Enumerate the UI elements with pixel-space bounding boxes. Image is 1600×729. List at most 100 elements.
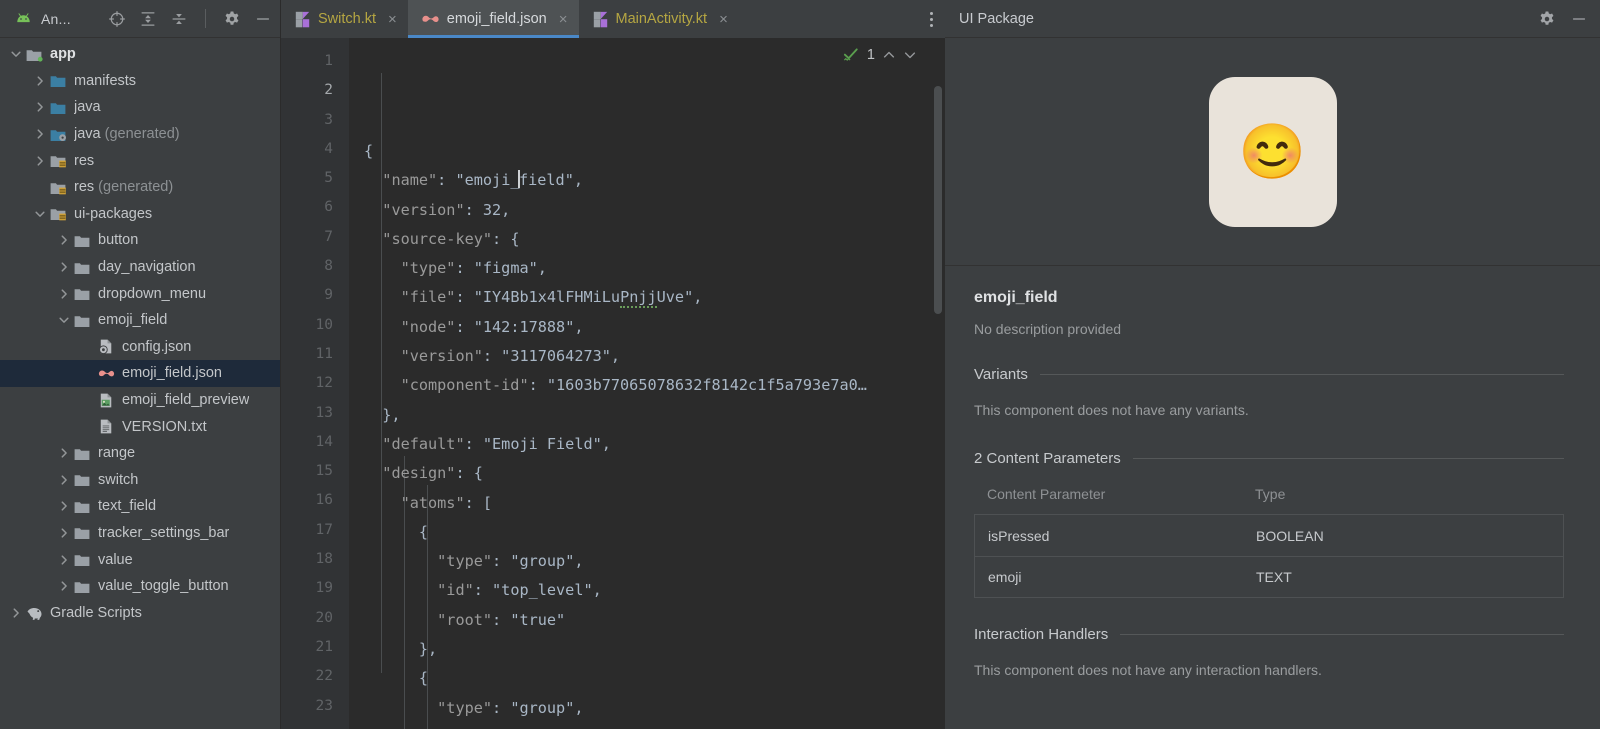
line-number: 4 — [324, 140, 333, 157]
expand-all-icon[interactable] — [139, 10, 157, 28]
tree-item-java[interactable]: java — [0, 94, 280, 121]
component-preview-area: 😊 — [945, 38, 1600, 266]
collapse-all-icon[interactable] — [170, 10, 188, 28]
ui-package-header: UI Package — [945, 0, 1600, 38]
tree-arrow-right-icon[interactable] — [34, 155, 46, 167]
tree-item-range[interactable]: range — [0, 440, 280, 467]
tree-item-emoji-field[interactable]: emoji_field — [0, 307, 280, 334]
table-row[interactable]: isPressed BOOLEAN — [975, 515, 1563, 556]
tree-item-java[interactable]: java (generated) — [0, 121, 280, 148]
column-header-type: Type — [1255, 486, 1286, 502]
tree-item-gradle-scripts[interactable]: Gradle Scripts — [0, 599, 280, 626]
code-content[interactable]: { "name": "emoji_field", "version": 32, … — [349, 38, 945, 729]
tree-arrow-right-icon[interactable] — [10, 607, 22, 619]
tree-arrow-right-icon[interactable] — [34, 128, 46, 140]
component-name: emoji_field — [974, 289, 1058, 306]
project-panel-title: An... — [41, 10, 71, 27]
code-line: "component-id": "1603b77065078632f8142c1… — [400, 376, 867, 395]
tree-item-res[interactable]: res (generated) — [0, 174, 280, 201]
more-options-icon[interactable] — [930, 11, 933, 27]
tree-item-label: Gradle Scripts — [50, 604, 142, 621]
folder-icon — [74, 581, 90, 593]
tree-arrow-right-icon[interactable] — [34, 101, 46, 113]
line-number: 7 — [324, 228, 333, 245]
table-row[interactable]: emoji TEXT — [975, 556, 1563, 597]
minimize-icon[interactable] — [254, 10, 272, 28]
tree-arrow-down-icon[interactable] — [34, 208, 46, 220]
tree-arrow-right-icon[interactable] — [58, 234, 70, 246]
tree-arrow-right-icon[interactable] — [58, 447, 70, 459]
line-number: 2 — [324, 82, 333, 99]
line-number: 20 — [315, 609, 333, 626]
tabbar-options — [918, 0, 945, 38]
previous-issue-icon[interactable] — [882, 48, 896, 62]
tree-item-label: value — [98, 551, 133, 568]
tree-arrow-down-icon[interactable] — [58, 314, 70, 326]
image-file-icon — [100, 393, 112, 407]
resource-folder-icon — [50, 209, 66, 221]
tree-arrow-right-icon[interactable] — [58, 474, 70, 486]
line-number: 21 — [315, 638, 333, 655]
line-number: 15 — [315, 463, 333, 480]
tree-item-label: java — [74, 99, 101, 116]
tree-item-config-json[interactable]: config.json — [0, 334, 280, 361]
tree-item-text-field[interactable]: text_field — [0, 493, 280, 520]
settings-gear-icon[interactable] — [223, 10, 241, 28]
tree-item-res[interactable]: res — [0, 147, 280, 174]
tree-item-switch[interactable]: switch — [0, 467, 280, 494]
code-line: "type": "figma", — [400, 259, 547, 278]
editor-tab-mainactivity-kt[interactable]: MainActivity.kt × — [579, 0, 739, 38]
code-editor[interactable]: 1 2 3 4 5 6 7 8 9 10 11 12 13 14 15 16 17 18 19 20 21 22 23 { … — [281, 38, 945, 729]
next-issue-icon[interactable] — [903, 48, 917, 62]
editor-vertical-scrollbar[interactable] — [934, 86, 942, 314]
close-tab-icon[interactable]: × — [559, 12, 568, 27]
line-number: 12 — [315, 375, 333, 392]
tree-arrow-right-icon[interactable] — [34, 75, 46, 87]
tree-item-value[interactable]: value — [0, 546, 280, 573]
locate-target-icon[interactable] — [108, 10, 126, 28]
tree-arrow-right-icon[interactable] — [58, 527, 70, 539]
tree-arrow-right-icon[interactable] — [58, 288, 70, 300]
line-number: 19 — [315, 580, 333, 597]
tree-item-day-navigation[interactable]: day_navigation — [0, 254, 280, 281]
tree-arrow-down-icon[interactable] — [10, 48, 22, 60]
tree-item-tracker-settings-bar[interactable]: tracker_settings_bar — [0, 520, 280, 547]
line-number: 22 — [315, 668, 333, 685]
editor-tab-switch-kt[interactable]: Switch.kt × — [281, 0, 408, 38]
minimize-icon[interactable] — [1570, 10, 1588, 28]
inspection-widget[interactable]: 1 — [842, 46, 917, 64]
component-description: No description provided — [974, 321, 1122, 337]
tree-arrow-right-icon[interactable] — [58, 500, 70, 512]
line-number: 8 — [324, 258, 333, 275]
tree-item-version-txt[interactable]: VERSION.txt — [0, 413, 280, 440]
code-line: "id": "state" — [364, 723, 945, 729]
code-line: "name": "emoji_field", — [382, 170, 583, 190]
tree-item-dropdown-menu[interactable]: dropdown_menu — [0, 280, 280, 307]
tree-arrow-right-icon[interactable] — [58, 261, 70, 273]
config-json-file-icon — [99, 339, 112, 355]
code-line: "version": "3117064273", — [400, 347, 621, 366]
tree-item-emoji-field-json[interactable]: emoji_field.json — [0, 360, 280, 387]
tree-item-label: emoji_field_preview — [122, 392, 250, 409]
tree-item-value-toggle-button[interactable]: value_toggle_button — [0, 573, 280, 600]
editor-area: Switch.kt × emoji_field.json × MainActivity.… — [281, 0, 945, 729]
tree-arrow-right-icon[interactable] — [58, 580, 70, 592]
tree-item-manifests[interactable]: manifests — [0, 68, 280, 95]
variants-title: Variants — [974, 366, 1028, 383]
tree-item-emoji-field-preview[interactable]: emoji_field_preview — [0, 387, 280, 414]
close-tab-icon[interactable]: × — [719, 12, 728, 27]
editor-tab-emoji-field-json[interactable]: emoji_field.json × — [407, 0, 579, 38]
project-tree[interactable]: app manifests java java (generated) res res (… — [0, 38, 280, 729]
tree-arrow-right-icon[interactable] — [58, 554, 70, 566]
toolbar-divider — [205, 9, 206, 28]
inspection-ok-icon — [843, 48, 858, 61]
ui-package-tool-window: UI Package 😊 emoji_field No description … — [945, 0, 1600, 729]
folder-icon — [74, 236, 90, 247]
variants-empty-text: This component does not have any variant… — [974, 402, 1249, 418]
tree-item-app[interactable]: app — [0, 41, 280, 68]
settings-gear-icon[interactable] — [1538, 10, 1556, 28]
close-tab-icon[interactable]: × — [388, 12, 397, 27]
tree-item-ui-packages[interactable]: ui-packages — [0, 201, 280, 228]
tree-item-label: config.json — [122, 338, 192, 355]
tree-item-button[interactable]: button — [0, 227, 280, 254]
